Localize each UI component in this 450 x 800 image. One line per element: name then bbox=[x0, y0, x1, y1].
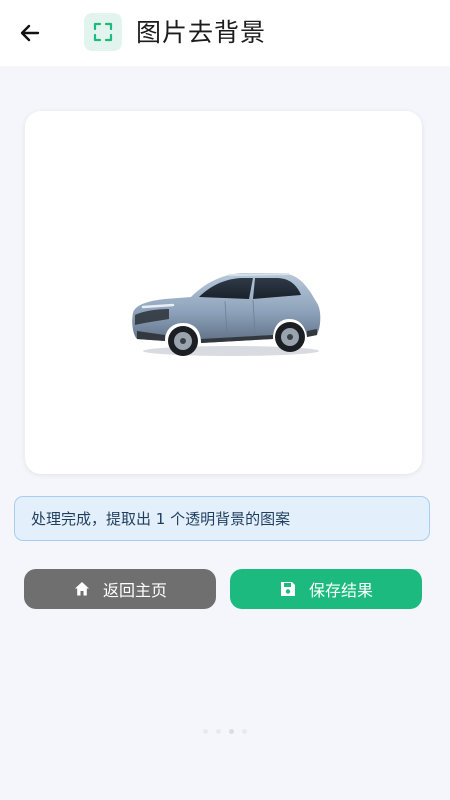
status-message: 处理完成，提取出 1 个透明背景的图案 bbox=[14, 496, 430, 541]
page-dot[interactable] bbox=[242, 729, 247, 734]
page-dot[interactable] bbox=[203, 729, 208, 734]
home-button[interactable]: 返回主页 bbox=[24, 569, 216, 609]
floppy-disk-icon bbox=[279, 580, 297, 598]
car-image bbox=[129, 269, 323, 357]
scan-frame-icon bbox=[84, 13, 122, 51]
preview-card bbox=[25, 111, 422, 474]
home-icon bbox=[73, 580, 91, 598]
top-bar: 图片去背景 bbox=[0, 0, 450, 66]
arrow-left-icon bbox=[20, 24, 40, 42]
save-button[interactable]: 保存结果 bbox=[230, 569, 422, 609]
page-title: 图片去背景 bbox=[136, 18, 267, 47]
page-dot[interactable] bbox=[216, 729, 221, 734]
page-dot[interactable] bbox=[229, 729, 234, 734]
page-indicator bbox=[0, 729, 450, 737]
home-button-label: 返回主页 bbox=[102, 581, 167, 600]
back-button[interactable] bbox=[14, 17, 46, 49]
save-button-label: 保存结果 bbox=[308, 581, 373, 600]
